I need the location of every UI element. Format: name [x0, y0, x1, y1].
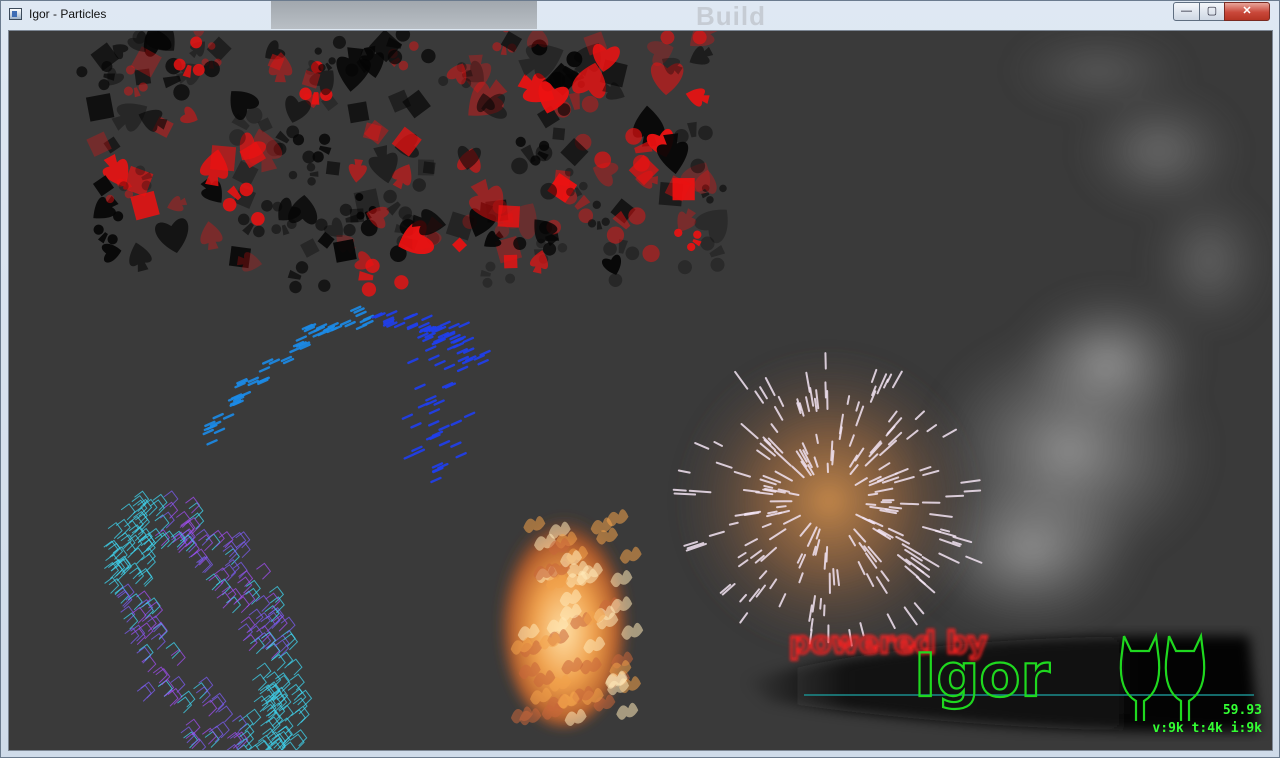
ring-emitter [103, 490, 313, 750]
stats-overlay: 59.93 v:9k t:4k i:9k [1152, 702, 1262, 738]
maximize-button[interactable]: ▢ [1199, 2, 1225, 21]
app-icon[interactable] [9, 8, 22, 20]
minimize-button[interactable]: — [1173, 2, 1200, 21]
logo-name: Igor [914, 641, 1050, 711]
firework-emitter [672, 346, 984, 656]
particles-viewport[interactable]: powered by Igor 59.93 v:9k t:4k i:9k [8, 30, 1273, 751]
window-title: Igor - Particles [29, 7, 107, 21]
background-window-strip [271, 1, 537, 29]
render-stats: v:9k t:4k i:9k [1152, 721, 1262, 736]
close-button[interactable]: ✕ [1224, 2, 1270, 21]
blue-trail-emitter [202, 305, 491, 484]
title-bar[interactable]: Build Igor - Particles — ▢ ✕ [1, 1, 1279, 31]
app-window: Build Igor - Particles — ▢ ✕ powered by … [0, 0, 1280, 758]
fps-counter: 59.93 [1222, 703, 1262, 718]
particle-scene: powered by Igor [76, 31, 1269, 750]
card-suit-emitter [76, 31, 728, 297]
fire-emitter [502, 509, 644, 727]
background-app-label: Build [696, 1, 766, 31]
